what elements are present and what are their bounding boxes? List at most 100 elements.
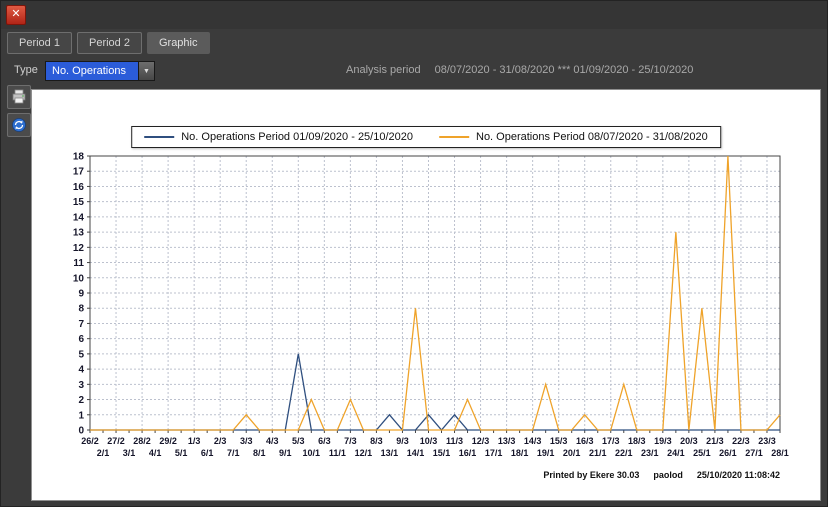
svg-text:2/1: 2/1 bbox=[97, 448, 110, 458]
svg-text:7: 7 bbox=[78, 319, 84, 330]
analysis-period-value: 08/07/2020 - 31/08/2020 *** 01/09/2020 -… bbox=[435, 64, 694, 76]
svg-text:14/3: 14/3 bbox=[524, 436, 542, 446]
svg-text:3: 3 bbox=[78, 380, 84, 391]
svg-text:2: 2 bbox=[78, 395, 84, 406]
svg-text:10/1: 10/1 bbox=[303, 448, 321, 458]
svg-text:22/1: 22/1 bbox=[615, 448, 633, 458]
svg-text:5: 5 bbox=[78, 349, 84, 360]
svg-text:28/2: 28/2 bbox=[133, 436, 151, 446]
svg-text:8/1: 8/1 bbox=[253, 448, 266, 458]
svg-text:9/1: 9/1 bbox=[279, 448, 292, 458]
svg-text:13: 13 bbox=[73, 228, 85, 239]
svg-text:16/3: 16/3 bbox=[576, 436, 594, 446]
svg-text:26/1: 26/1 bbox=[719, 448, 737, 458]
type-label: Type bbox=[14, 64, 38, 76]
svg-text:5/1: 5/1 bbox=[175, 448, 188, 458]
svg-text:20/3: 20/3 bbox=[680, 436, 698, 446]
svg-text:4/1: 4/1 bbox=[149, 448, 162, 458]
side-toolbar bbox=[7, 85, 31, 137]
svg-text:18/1: 18/1 bbox=[511, 448, 529, 458]
svg-text:3/1: 3/1 bbox=[123, 448, 136, 458]
analysis-period: Analysis period 08/07/2020 - 31/08/2020 … bbox=[346, 64, 693, 76]
svg-text:27/2: 27/2 bbox=[107, 436, 125, 446]
svg-text:16: 16 bbox=[73, 182, 85, 193]
svg-text:17: 17 bbox=[73, 167, 85, 178]
refresh-button[interactable] bbox=[7, 113, 31, 137]
svg-text:9/3: 9/3 bbox=[396, 436, 409, 446]
svg-text:19/1: 19/1 bbox=[537, 448, 555, 458]
chart-svg: 012345678910111213141516171826/227/228/2… bbox=[50, 142, 814, 474]
refresh-icon bbox=[11, 117, 27, 133]
legend-line-orange bbox=[439, 136, 469, 138]
svg-text:29/2: 29/2 bbox=[159, 436, 177, 446]
svg-text:21/1: 21/1 bbox=[589, 448, 607, 458]
svg-text:9: 9 bbox=[78, 289, 84, 300]
svg-text:6/3: 6/3 bbox=[318, 436, 331, 446]
svg-text:17/3: 17/3 bbox=[602, 436, 620, 446]
svg-text:7/1: 7/1 bbox=[227, 448, 240, 458]
close-button[interactable]: ✕ bbox=[6, 5, 26, 25]
svg-text:20/1: 20/1 bbox=[563, 448, 581, 458]
svg-text:7/3: 7/3 bbox=[344, 436, 357, 446]
svg-text:5/3: 5/3 bbox=[292, 436, 305, 446]
svg-text:24/1: 24/1 bbox=[667, 448, 685, 458]
tab-period-2[interactable]: Period 2 bbox=[77, 32, 142, 54]
svg-text:25/1: 25/1 bbox=[693, 448, 711, 458]
svg-text:22/3: 22/3 bbox=[732, 436, 750, 446]
print-button[interactable] bbox=[7, 85, 31, 109]
svg-text:11/1: 11/1 bbox=[329, 448, 346, 458]
svg-text:15/1: 15/1 bbox=[433, 448, 451, 458]
svg-text:1: 1 bbox=[78, 410, 84, 421]
svg-text:1/3: 1/3 bbox=[188, 436, 201, 446]
svg-text:17/1: 17/1 bbox=[485, 448, 503, 458]
svg-text:13/1: 13/1 bbox=[381, 448, 399, 458]
svg-text:4: 4 bbox=[78, 365, 84, 376]
printed-datetime-text: 25/10/2020 11:08:42 bbox=[697, 470, 780, 480]
report-window: ✕ Period 1 Period 2 Graphic Type No. Ope… bbox=[0, 0, 828, 507]
svg-text:11/3: 11/3 bbox=[446, 436, 463, 446]
svg-text:6/1: 6/1 bbox=[201, 448, 214, 458]
analysis-period-label: Analysis period bbox=[346, 64, 421, 76]
svg-text:10/3: 10/3 bbox=[420, 436, 438, 446]
type-select-value: No. Operations bbox=[46, 62, 138, 80]
svg-text:14: 14 bbox=[73, 212, 85, 223]
svg-text:19/3: 19/3 bbox=[654, 436, 672, 446]
svg-text:11: 11 bbox=[73, 258, 84, 269]
svg-text:26/2: 26/2 bbox=[81, 436, 99, 446]
svg-text:0: 0 bbox=[78, 426, 84, 437]
tab-graphic[interactable]: Graphic bbox=[147, 32, 210, 54]
svg-text:12/3: 12/3 bbox=[472, 436, 490, 446]
svg-text:13/3: 13/3 bbox=[498, 436, 516, 446]
svg-text:18: 18 bbox=[73, 152, 85, 163]
tab-bar: Period 1 Period 2 Graphic bbox=[7, 32, 210, 54]
svg-text:15/3: 15/3 bbox=[550, 436, 568, 446]
svg-text:18/3: 18/3 bbox=[628, 436, 646, 446]
svg-text:15: 15 bbox=[73, 197, 85, 208]
svg-text:8/3: 8/3 bbox=[370, 436, 383, 446]
svg-text:4/3: 4/3 bbox=[266, 436, 279, 446]
close-icon: ✕ bbox=[11, 8, 20, 20]
svg-text:8: 8 bbox=[78, 304, 84, 315]
printed-user-text: paolod bbox=[653, 470, 683, 480]
legend-line-blue bbox=[144, 136, 174, 138]
print-footer: Printed by Ekere 30.03 paolod 25/10/2020… bbox=[543, 470, 780, 480]
svg-text:2/3: 2/3 bbox=[214, 436, 227, 446]
chevron-down-icon[interactable]: ▼ bbox=[138, 62, 154, 80]
svg-text:16/1: 16/1 bbox=[459, 448, 477, 458]
svg-text:12/1: 12/1 bbox=[355, 448, 373, 458]
svg-text:23/3: 23/3 bbox=[758, 436, 776, 446]
print-icon bbox=[11, 89, 27, 105]
printed-by-text: Printed by Ekere 30.03 bbox=[543, 470, 639, 480]
toolbar: Type No. Operations ▼ Analysis period 08… bbox=[1, 59, 827, 83]
svg-text:10: 10 bbox=[73, 273, 85, 284]
tab-period-1[interactable]: Period 1 bbox=[7, 32, 72, 54]
chart-panel: No. Operations Period 01/09/2020 - 25/10… bbox=[31, 89, 821, 501]
titlebar bbox=[1, 1, 827, 29]
svg-text:27/1: 27/1 bbox=[745, 448, 763, 458]
svg-text:28/1: 28/1 bbox=[771, 448, 789, 458]
svg-text:21/3: 21/3 bbox=[706, 436, 724, 446]
svg-text:12: 12 bbox=[73, 243, 85, 254]
svg-text:14/1: 14/1 bbox=[407, 448, 425, 458]
svg-text:6: 6 bbox=[78, 334, 84, 345]
type-select[interactable]: No. Operations ▼ bbox=[45, 61, 155, 81]
